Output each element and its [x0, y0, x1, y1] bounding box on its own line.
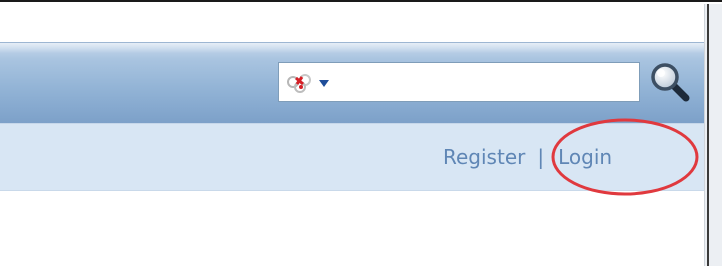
search-box	[278, 62, 640, 102]
login-link[interactable]: Login	[558, 145, 612, 169]
user-links: Register | Login	[443, 145, 612, 169]
search-submit-button[interactable]	[648, 60, 692, 104]
link-separator: |	[537, 145, 545, 169]
search-input[interactable]	[341, 69, 635, 97]
browser-viewport: Register | Login	[0, 0, 722, 266]
window-right-edge	[704, 4, 722, 266]
header-sheen	[0, 43, 704, 53]
magnifier-icon	[651, 63, 690, 102]
caret-down-icon	[319, 80, 329, 87]
window-edge-line	[707, 4, 709, 266]
search-engine-selector[interactable]	[284, 72, 334, 94]
top-white-strip	[0, 4, 704, 42]
search-engine-logo-icon	[287, 74, 311, 93]
register-link[interactable]: Register	[443, 145, 525, 169]
